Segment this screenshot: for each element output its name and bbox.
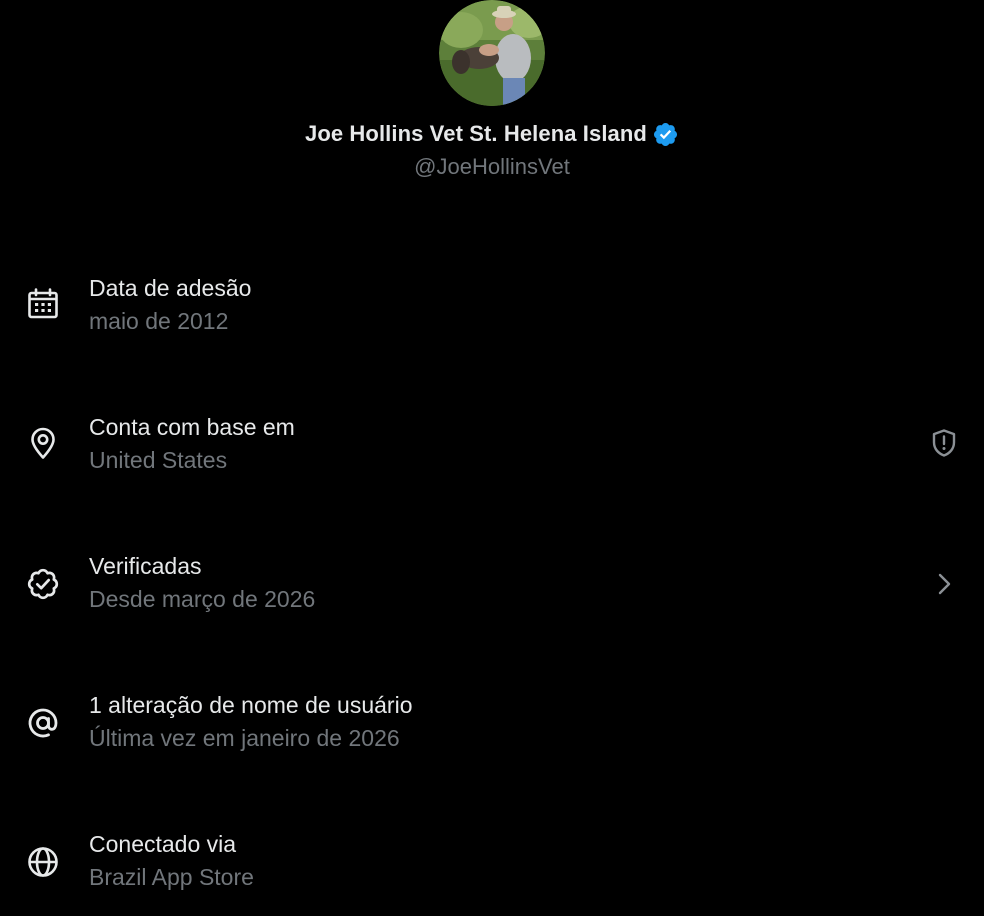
row-subtitle: Desde março de 2026	[89, 586, 316, 612]
row-title: 1 alteração de nome de usuário	[89, 692, 413, 718]
display-name: Joe Hollins Vet St. Helena Island	[305, 121, 647, 146]
handle: @JoeHollinsVet	[414, 154, 570, 179]
about-row-verified[interactable]: Verificadas Desde março de 2026	[0, 528, 984, 638]
row-subtitle: United States	[89, 447, 228, 473]
row-subtitle: Brazil App Store	[89, 864, 254, 890]
at-sign-icon	[28, 708, 58, 738]
row-subtitle: Última vez em janeiro de 2026	[89, 725, 400, 751]
calendar-icon	[28, 288, 58, 319]
about-row-username-changes: 1 alteração de nome de usuário Última ve…	[0, 667, 984, 777]
verified-badge-icon[interactable]	[652, 121, 679, 148]
row-title: Conta com base em	[89, 414, 295, 440]
avatar[interactable]	[439, 0, 545, 106]
about-row-connected-via: Conectado via Brazil App Store	[0, 806, 984, 916]
globe-icon	[28, 847, 58, 877]
chevron-right-icon[interactable]	[928, 568, 960, 600]
verified-check-icon	[27, 568, 59, 600]
row-subtitle: maio de 2012	[89, 308, 229, 334]
row-title: Data de adesão	[89, 275, 252, 301]
name-row: Joe Hollins Vet St. Helena Island	[0, 117, 984, 151]
row-title: Verificadas	[89, 553, 202, 579]
about-row-account-based-in: Conta com base em United States	[0, 389, 984, 499]
about-row-join-date: Data de adesão maio de 2012	[0, 250, 984, 360]
row-title: Conectado via	[89, 831, 237, 857]
shield-alert-icon[interactable]	[928, 427, 960, 459]
location-pin-icon	[31, 427, 55, 459]
